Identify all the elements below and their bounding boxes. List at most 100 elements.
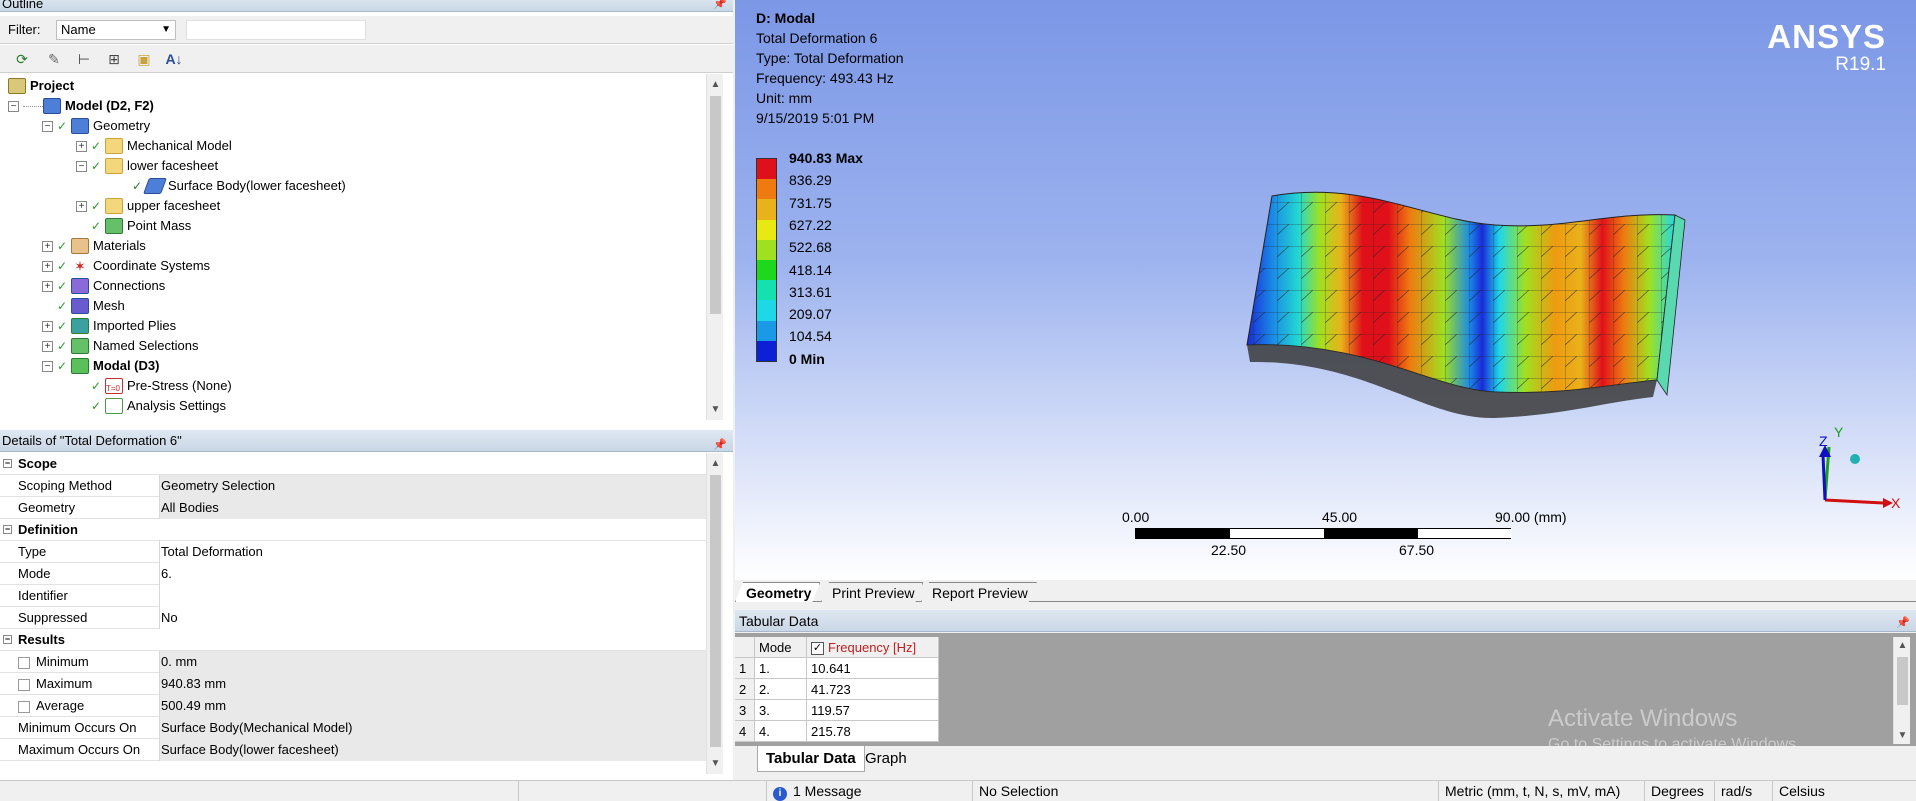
tree-scrollbar[interactable]: ▲ ▼ [706,74,723,420]
pin-icon[interactable]: 📌 [713,0,727,12]
folder-icon[interactable]: ▣ [134,49,154,69]
detail-value[interactable]: Geometry Selection [160,475,706,497]
detail-row[interactable]: Suppressed No [0,607,706,629]
detail-value[interactable]: All Bodies [160,497,706,519]
tree-item-connections[interactable]: + ✓ Connections [42,276,165,296]
detail-row[interactable]: Scoping Method Geometry Selection [0,475,706,497]
table-header-frequency[interactable]: ✓ Frequency [Hz] [807,637,939,658]
cell-frequency[interactable]: 10.641 [807,658,939,679]
parameter-checkbox[interactable] [18,678,30,691]
tab-graph[interactable]: Graph [857,746,915,772]
tree-item-model[interactable]: − Model (D2, F2) [8,96,154,116]
tree-item-pre-stress[interactable]: ✓ T=0 Pre-Stress (None) [91,376,232,396]
cell-mode[interactable]: 4. [755,721,807,742]
cell-mode[interactable]: 1. [755,658,807,679]
status-rate-unit[interactable]: rad/s [1714,781,1772,801]
expand-icon[interactable]: + [42,280,53,292]
collapse-icon[interactable]: − [42,360,53,372]
tree-item-upper-facesheet[interactable]: + ✓ upper facesheet [76,196,220,216]
collapse-icon[interactable]: − [8,100,19,112]
tab-print-preview[interactable]: Print Preview [821,582,923,602]
tree-item-materials[interactable]: + ✓ Materials [42,236,146,256]
collapse-icon[interactable]: − [3,635,12,644]
tree-item-mesh[interactable]: ✓ Mesh [57,296,125,316]
tab-report-preview[interactable]: Report Preview [921,582,1037,602]
sort-icon[interactable]: A↓ [164,49,184,69]
expand-icon[interactable]: + [76,200,87,212]
tree-item-geometry[interactable]: − ✓ Geometry [42,116,150,136]
scroll-thumb[interactable] [710,475,721,747]
tree-item-imported-plies[interactable]: + ✓ Imported Plies [42,316,176,336]
tree-item-project[interactable]: Project [8,76,74,96]
cell-mode[interactable]: 2. [755,679,807,700]
parameter-checkbox[interactable] [18,656,30,669]
detail-row[interactable]: Mode 6. [0,563,706,585]
scroll-up-icon[interactable]: ▲ [707,455,724,472]
cell-frequency[interactable]: 215.78 [807,721,939,742]
detail-value[interactable]: Total Deformation [160,541,706,563]
detail-row[interactable]: Minimum Occurs On Surface Body(Mechanical… [0,717,706,739]
section-results[interactable]: − Results [0,629,706,651]
cell-frequency[interactable]: 119.57 [807,700,939,721]
tab-geometry[interactable]: Geometry [735,582,820,602]
tree-item-coordinate-systems[interactable]: + ✓ ✶ Coordinate Systems [42,256,210,276]
status-temp-unit[interactable]: Celsius [1772,781,1916,801]
expand-icon[interactable]: + [42,240,53,252]
status-angle-unit[interactable]: Degrees [1644,781,1714,801]
cell-frequency[interactable]: 41.723 [807,679,939,700]
tab-tabular-data[interactable]: Tabular Data [757,746,865,772]
table-header-mode[interactable]: Mode [755,637,807,658]
expand-all-icon[interactable]: ⊞ [104,49,124,69]
tabular-scrollbar[interactable]: ▲ ▼ [1893,637,1910,744]
tree-item-surface-body[interactable]: ✓ Surface Body(lower facesheet) [132,176,346,196]
collapse-icon[interactable]: − [76,160,87,172]
cell-mode[interactable]: 3. [755,700,807,721]
detail-row[interactable]: Geometry All Bodies [0,497,706,519]
edit-icon[interactable]: ✎ [44,49,64,69]
detail-row[interactable]: Identifier [0,585,706,607]
refresh-icon[interactable]: ⟳ [12,49,32,69]
section-scope[interactable]: − Scope [0,453,706,475]
expand-icon[interactable]: + [42,320,53,332]
parameter-checkbox[interactable] [18,700,30,713]
tree-item-mechanical-model[interactable]: + ✓ Mechanical Model [76,136,232,156]
detail-key: Maximum [18,673,160,695]
tree-item-analysis-settings[interactable]: ✓ Analysis Settings [91,396,226,416]
expand-icon[interactable]: + [42,260,53,272]
tree-branch-icon[interactable]: ⊢ [74,49,94,69]
detail-row[interactable]: Type Total Deformation [0,541,706,563]
detail-row[interactable]: Minimum 0. mm [0,651,706,673]
details-scrollbar[interactable]: ▲ ▼ [706,453,723,774]
scroll-up-icon[interactable]: ▲ [707,76,724,93]
expand-icon[interactable]: + [76,140,87,152]
tree-item-lower-facesheet[interactable]: − ✓ lower facesheet [76,156,218,176]
scroll-thumb[interactable] [710,96,721,314]
expand-icon[interactable]: + [42,340,53,352]
collapse-icon[interactable]: − [3,459,12,468]
tree-item-modal[interactable]: − ✓ Modal (D3) [42,356,159,376]
detail-value[interactable]: 6. [160,563,706,585]
detail-row[interactable]: Average 500.49 mm [0,695,706,717]
collapse-icon[interactable]: − [42,120,53,132]
tree-item-named-selections[interactable]: + ✓ Named Selections [42,336,199,356]
scroll-down-icon[interactable]: ▼ [707,401,724,418]
filter-select[interactable]: Name ▼ [56,20,176,40]
status-messages[interactable]: i 1 Message [766,781,972,801]
pin-icon[interactable]: 📌 [1896,612,1910,634]
filter-input[interactable] [186,20,366,40]
detail-row[interactable]: Maximum Occurs On Surface Body(lower face… [0,739,706,761]
scroll-down-icon[interactable]: ▼ [1894,727,1911,744]
detail-value[interactable] [160,585,706,607]
detail-row[interactable]: Maximum 940.83 mm [0,673,706,695]
graphics-viewport[interactable]: D: Modal Total Deformation 6 Type: Total… [735,0,1916,580]
deformed-model[interactable] [1205,180,1725,480]
collapse-icon[interactable]: − [3,525,12,534]
scroll-down-icon[interactable]: ▼ [707,755,724,772]
scroll-up-icon[interactable]: ▲ [1894,637,1911,654]
check-icon[interactable]: ✓ [811,642,824,656]
section-definition[interactable]: − Definition [0,519,706,541]
status-units[interactable]: Metric (mm, t, N, s, mV, mA) [1438,781,1644,801]
scroll-thumb[interactable] [1897,657,1908,705]
detail-value[interactable]: No [160,607,706,629]
tree-item-point-mass[interactable]: ✓ Point Mass [91,216,191,236]
